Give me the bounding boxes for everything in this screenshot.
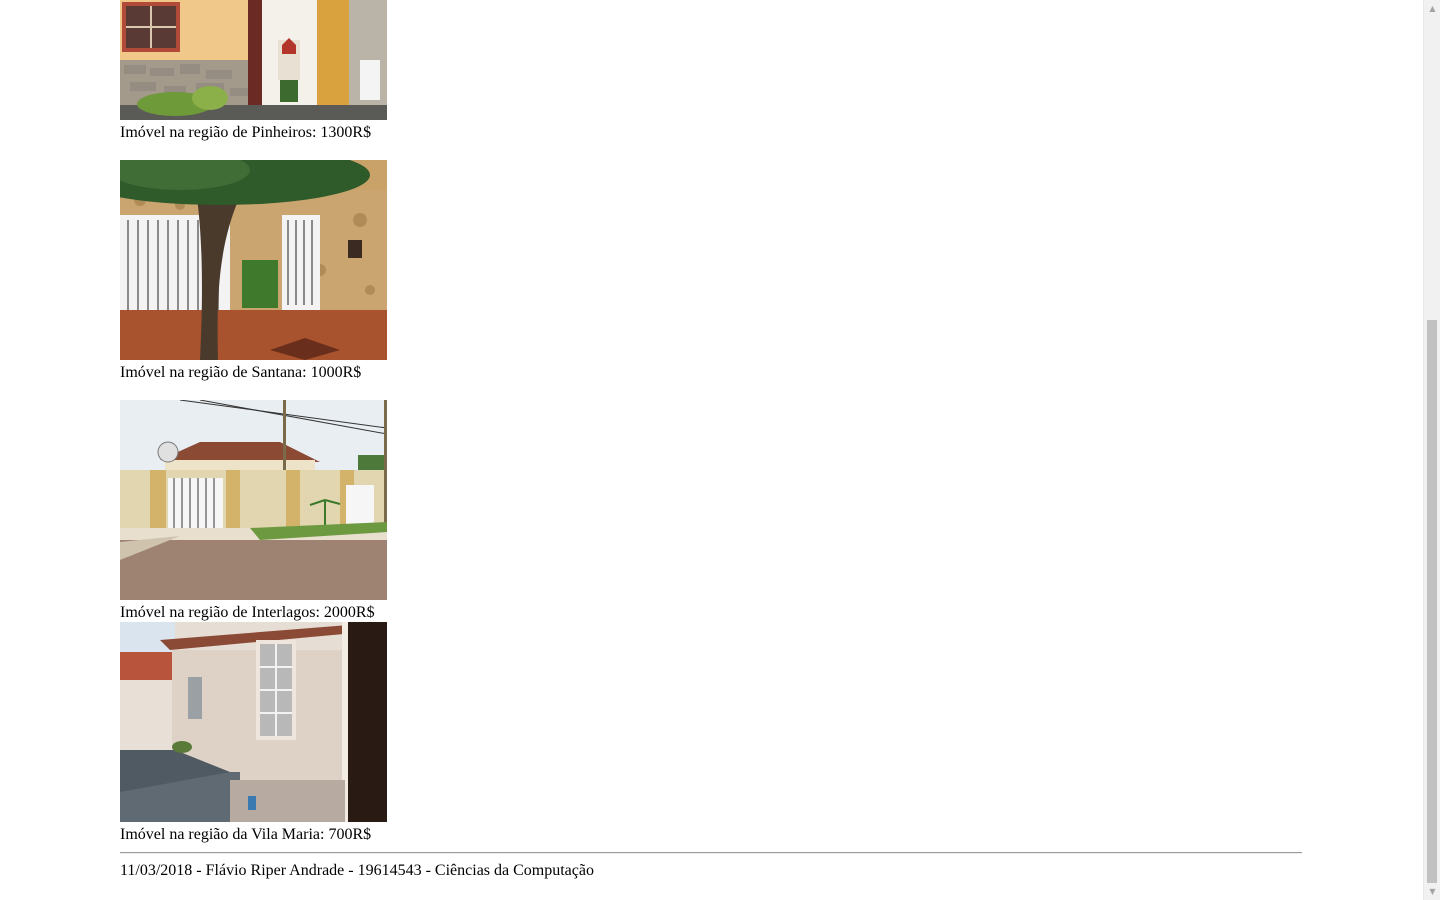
vertical-scrollbar[interactable]: ▲ ▼ (1423, 0, 1440, 900)
listing-photo-vila-maria (120, 622, 387, 822)
listing-caption: Imóvel na região de Santana: 1000R$ (120, 364, 362, 381)
house-photo-pinheiros (120, 0, 387, 120)
house-photo-vila-maria (120, 622, 387, 822)
page-content: Imóvel na região de Pinheiros: 1300R$ Im… (0, 0, 1423, 900)
scroll-up-arrow-icon[interactable]: ▲ (1424, 0, 1440, 17)
scrollbar-thumb[interactable] (1427, 320, 1437, 883)
listing-photo-pinheiros (120, 0, 387, 120)
footer-divider (120, 852, 1302, 854)
listing-photo-santana (120, 160, 387, 360)
footer-text: 11/03/2018 - Flávio Riper Andrade - 1961… (120, 862, 594, 879)
listing-photo-interlagos (120, 400, 387, 600)
listing-caption: Imóvel na região de Pinheiros: 1300R$ (120, 124, 372, 141)
house-photo-interlagos (120, 400, 387, 600)
listing-caption: Imóvel na região de Interlagos: 2000R$ (120, 604, 375, 621)
listing-caption: Imóvel na região da Vila Maria: 700R$ (120, 826, 372, 843)
scroll-down-arrow-icon[interactable]: ▼ (1424, 883, 1440, 900)
house-photo-santana (120, 160, 387, 360)
